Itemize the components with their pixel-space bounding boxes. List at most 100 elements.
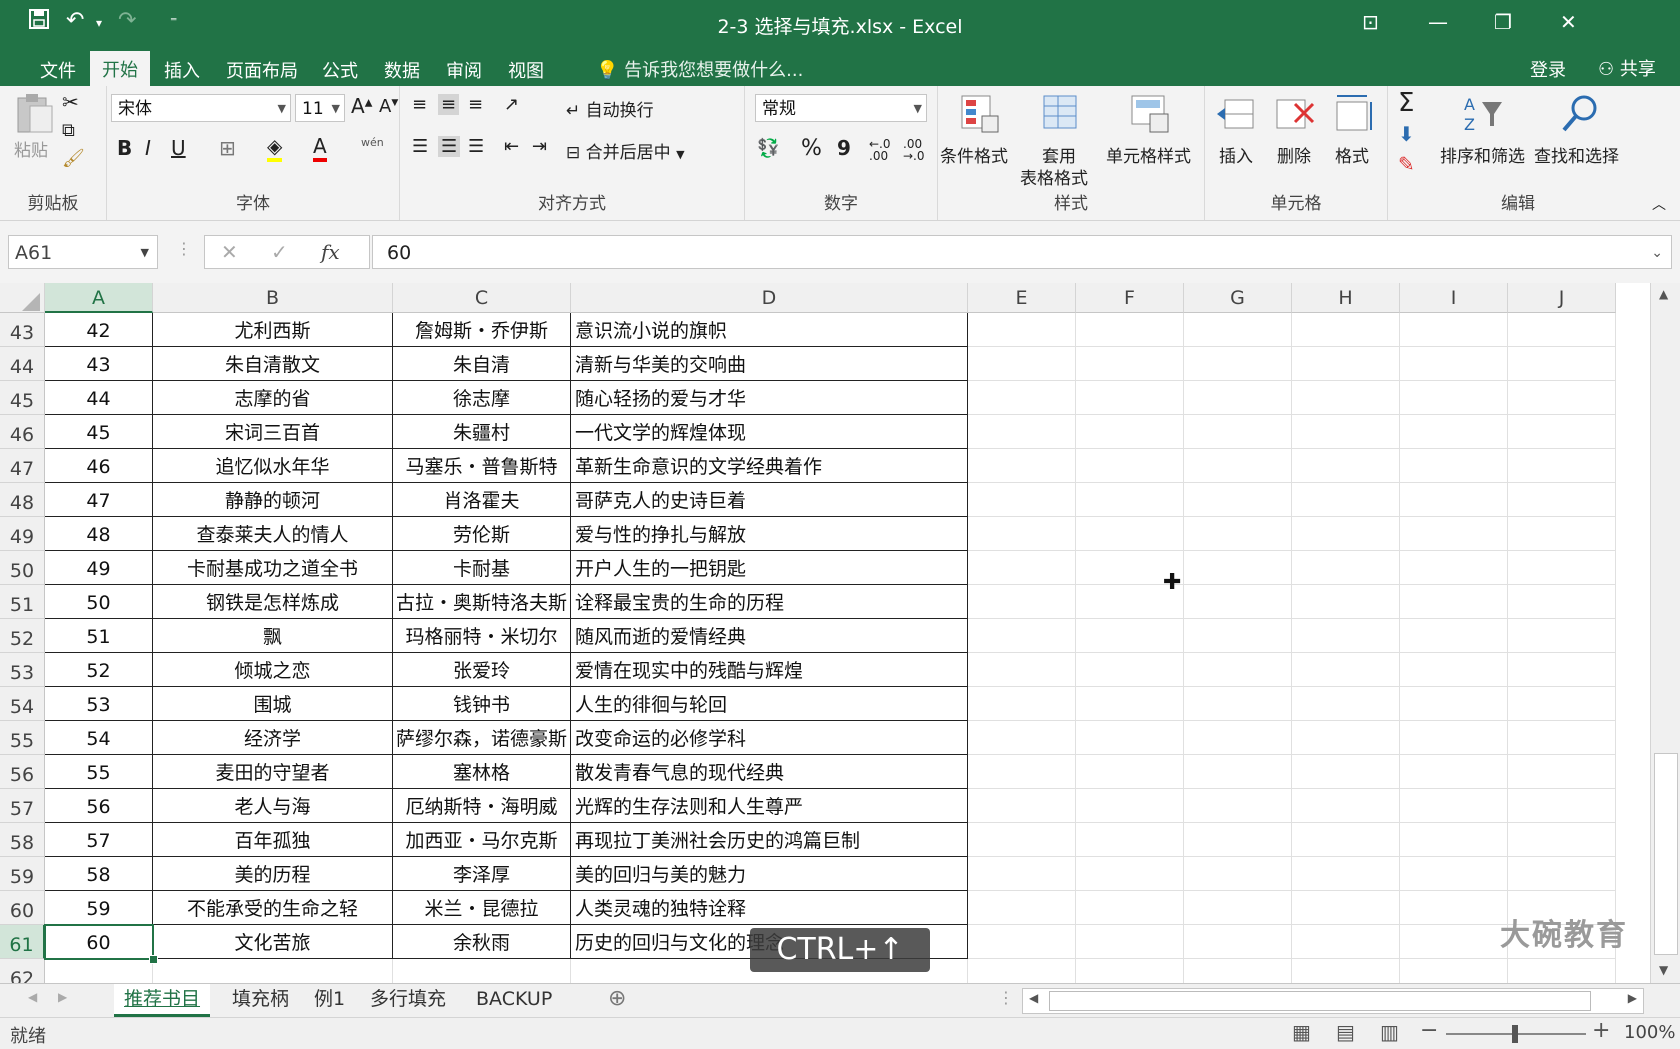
increase-font-icon[interactable]: A▲ [351,94,372,118]
increase-indent-icon[interactable]: ⇥ [532,136,547,157]
cell-c56[interactable]: 塞林格 [393,755,571,789]
cell-f53[interactable] [1076,653,1184,687]
cell-d48[interactable]: 哥萨克人的史诗巨着 [571,483,968,517]
cell-c43[interactable]: 詹姆斯・乔伊斯 [393,313,571,347]
comma-button[interactable]: 9 [837,136,851,160]
horizontal-scroll-thumb[interactable] [1049,991,1591,1011]
insert-cells-label[interactable]: 插入 [1219,142,1253,167]
cell-h45[interactable] [1292,381,1400,415]
cell-c47[interactable]: 马塞乐・普鲁斯特 [393,449,571,483]
cell-h53[interactable] [1292,653,1400,687]
row-header-57[interactable]: 57 [0,789,45,823]
cell-j49[interactable] [1508,517,1616,551]
cell-i44[interactable] [1400,347,1508,381]
cell-j54[interactable] [1508,687,1616,721]
minimize-icon[interactable]: — [1428,10,1448,34]
next-sheet-icon[interactable]: ▶ [58,990,67,1004]
worksheet-grid[interactable]: A B C D E F G H I J 43 42 尤利西斯 詹姆斯・乔伊斯 意识流小说的旗帜 44 43 朱自清… [0,283,1650,983]
ribbon-display-icon[interactable]: ⊡ [1362,10,1379,34]
tab-file[interactable]: 文件 [28,54,88,86]
cell-g58[interactable] [1184,823,1292,857]
cell-h59[interactable] [1292,857,1400,891]
sheet-tab-recommended[interactable]: 推荐书目 [114,984,211,1017]
cell-e48[interactable] [968,483,1076,517]
align-top-icon[interactable]: ≡ [412,94,427,115]
clear-icon[interactable]: ✎ [1398,152,1415,176]
cell-a59[interactable]: 58 [45,857,153,891]
zoom-in-icon[interactable]: + [1592,1018,1610,1043]
border-icon[interactable]: ⊞ [219,136,236,160]
wrap-text-button[interactable]: ↵ 自动换行 [566,96,654,121]
cell-i60[interactable] [1400,891,1508,925]
cell-e46[interactable] [968,415,1076,449]
cell-e49[interactable] [968,517,1076,551]
fill-down-icon[interactable]: ⬇ [1398,122,1415,146]
cell-j59[interactable] [1508,857,1616,891]
cell-d43[interactable]: 意识流小说的旗帜 [571,313,968,347]
row-header-59[interactable]: 59 [0,857,45,891]
autosum-icon[interactable]: Σ [1398,88,1414,118]
cell-i58[interactable] [1400,823,1508,857]
cell-h48[interactable] [1292,483,1400,517]
cell-a57[interactable]: 56 [45,789,153,823]
column-header-d[interactable]: D [571,283,968,313]
cell-styles-icon[interactable] [1128,92,1172,136]
cell-b49[interactable]: 查泰莱夫人的情人 [153,517,393,551]
format-as-table-label-2[interactable]: 表格格式 [1020,164,1088,189]
cell-a56[interactable]: 55 [45,755,153,789]
share-button[interactable]: ⚇ 共享 [1590,52,1664,84]
row-header-58[interactable]: 58 [0,823,45,857]
format-cells-label[interactable]: 格式 [1335,142,1369,167]
sort-filter-label[interactable]: 排序和筛选 [1440,142,1525,167]
cell-d45[interactable]: 随心轻扬的爱与才华 [571,381,968,415]
cell-h60[interactable] [1292,891,1400,925]
cell-b60[interactable]: 不能承受的生命之轻 [153,891,393,925]
vertical-scroll-thumb[interactable] [1654,753,1678,955]
cell-e56[interactable] [968,755,1076,789]
row-header-56[interactable]: 56 [0,755,45,789]
cell-h43[interactable] [1292,313,1400,347]
cell-h55[interactable] [1292,721,1400,755]
insert-function-button[interactable]: fx [321,240,340,264]
cell-e51[interactable] [968,585,1076,619]
cell-i61[interactable] [1400,925,1508,959]
cell-e47[interactable] [968,449,1076,483]
enter-icon[interactable]: ✓ [271,240,288,264]
collapse-ribbon-icon[interactable]: ︿ [1652,194,1666,214]
cell-j58[interactable] [1508,823,1616,857]
cell-j44[interactable] [1508,347,1616,381]
cell-a49[interactable]: 48 [45,517,153,551]
cell-g60[interactable] [1184,891,1292,925]
cell-j45[interactable] [1508,381,1616,415]
cell-f43[interactable] [1076,313,1184,347]
cell-i54[interactable] [1400,687,1508,721]
cell-i45[interactable] [1400,381,1508,415]
cell-d53[interactable]: 爱情在现实中的残酷与辉煌 [571,653,968,687]
row-header-45[interactable]: 45 [0,381,45,415]
cell-a44[interactable]: 43 [45,347,153,381]
cell-j50[interactable] [1508,551,1616,585]
cell-j48[interactable] [1508,483,1616,517]
tell-me-box[interactable]: 💡 告诉我您想要做什么... [596,56,803,82]
name-box[interactable]: A61 ▼ [8,235,158,269]
cell-g49[interactable] [1184,517,1292,551]
cell-j57[interactable] [1508,789,1616,823]
cell-f58[interactable] [1076,823,1184,857]
cell-d52[interactable]: 随风而逝的爱情经典 [571,619,968,653]
expand-formula-icon[interactable]: ⌄ [1651,236,1663,270]
cancel-icon[interactable]: ✕ [221,240,238,264]
cell-e57[interactable] [968,789,1076,823]
sheet-tab-backup[interactable]: BACKUP [466,984,562,1014]
format-as-table-icon[interactable] [1040,92,1084,136]
column-header-g[interactable]: G [1184,283,1292,313]
conditional-format-label[interactable]: 条件格式 [940,142,1008,167]
splitter-icon[interactable]: ⋮ [998,988,1014,1007]
delete-cells-label[interactable]: 删除 [1277,142,1311,167]
cell-e45[interactable] [968,381,1076,415]
cell-i55[interactable] [1400,721,1508,755]
cell-e62[interactable] [968,959,1076,983]
zoom-slider-thumb[interactable] [1512,1025,1518,1043]
cell-e53[interactable] [968,653,1076,687]
cell-d51[interactable]: 诠释最宝贵的生命的历程 [571,585,968,619]
cell-c44[interactable]: 朱自清 [393,347,571,381]
